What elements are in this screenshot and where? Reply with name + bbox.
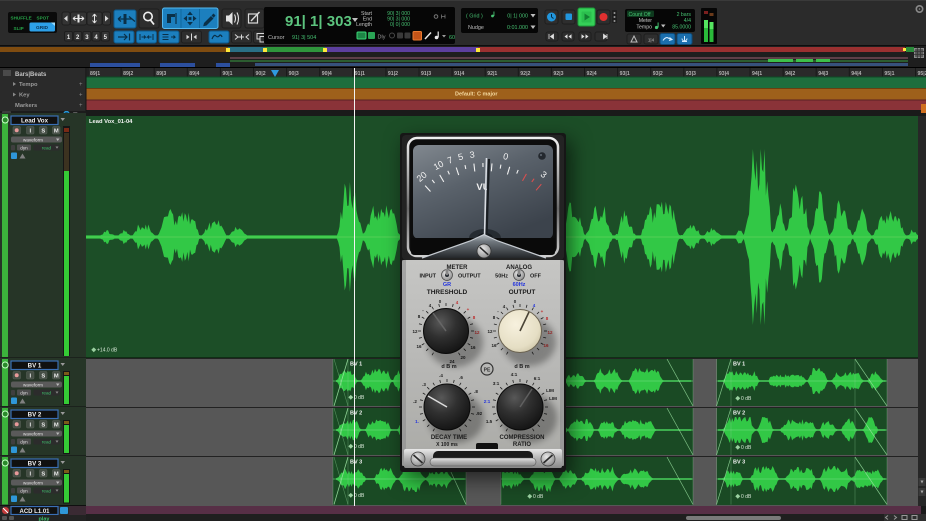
svg-text:COMPRESSION: COMPRESSION [499,435,544,441]
svg-text:THRESHOLD: THRESHOLD [427,289,468,296]
svg-text:.6: .6 [459,375,463,380]
svg-text:12: 12 [487,329,493,334]
svg-text:2:1: 2:1 [484,399,491,404]
svg-text:0 dB: 0 dB [741,396,752,402]
svg-text:PE: PE [484,368,491,374]
svg-text:.3: .3 [422,382,426,387]
svg-text:ACD L1.01: ACD L1.01 [19,509,50,515]
svg-text:BV 1: BV 1 [733,362,745,368]
svg-text:BV 2: BV 2 [733,411,745,417]
svg-text:M: M [54,374,59,380]
svg-text:12: 12 [412,329,418,334]
svg-text:S: S [41,374,45,380]
svg-text:+: + [467,307,470,312]
svg-text:d B m: d B m [441,364,456,370]
svg-text:4:1: 4:1 [511,372,518,377]
svg-text:0 dB: 0 dB [354,395,365,401]
svg-text:play: play [38,517,50,521]
svg-text:BV 3: BV 3 [733,460,745,466]
svg-text:50Hz: 50Hz [495,274,508,280]
svg-text:dyn: dyn [20,390,28,395]
svg-text:0 dB: 0 dB [741,445,752,451]
svg-text:dyn: dyn [20,439,28,444]
svg-text:X 100 ms: X 100 ms [436,442,458,448]
svg-text:S: S [41,423,45,429]
svg-text:LIM: LIM [549,396,557,401]
svg-text:dyn: dyn [20,145,28,150]
svg-text:.2: .2 [413,399,417,404]
svg-text:waveform: waveform [23,382,43,387]
svg-text:S: S [41,129,45,135]
svg-text:0 dB: 0 dB [741,494,752,500]
svg-text:d B m: d B m [514,364,529,370]
svg-text:DECAY TIME: DECAY TIME [431,435,467,441]
svg-text:BV 1: BV 1 [28,363,42,370]
svg-text:+: + [541,309,544,314]
svg-text:M: M [54,129,59,135]
svg-text:S: S [41,472,45,478]
svg-text:1.5: 1.5 [486,419,493,424]
svg-text:dyn: dyn [20,488,28,493]
svg-text:waveform: waveform [23,137,43,142]
svg-text:0 dB: 0 dB [533,494,544,500]
svg-text:+14.0 dB: +14.0 dB [97,348,118,354]
svg-text:0 dB: 0 dB [354,444,365,450]
svg-text:Lead Vox_01-04: Lead Vox_01-04 [89,119,133,125]
svg-text:waveform: waveform [23,480,43,485]
svg-text:60Hz: 60Hz [513,282,526,288]
svg-text:BV 3: BV 3 [28,461,42,468]
svg-text:1.: 1. [415,419,419,424]
svg-text:OUTPUT: OUTPUT [458,274,481,280]
svg-text:OFF: OFF [530,274,542,280]
svg-text:read: read [42,439,52,444]
svg-text:BV 1: BV 1 [350,362,362,368]
svg-text:OUTPUT: OUTPUT [509,289,536,296]
svg-text:M: M [54,423,59,429]
svg-text:.8: .8 [474,389,478,394]
svg-text:waveform: waveform [23,431,43,436]
svg-text:read: read [42,145,52,150]
svg-text:Lead Vox: Lead Vox [21,118,49,125]
svg-text:GR: GR [443,282,451,288]
svg-text:0 dB: 0 dB [354,493,365,499]
svg-text:BV 2: BV 2 [28,412,42,419]
svg-text:LIM: LIM [546,388,554,393]
svg-text:16: 16 [491,343,497,348]
svg-text:read: read [42,390,52,395]
svg-text:BV 3: BV 3 [350,460,362,466]
svg-text:3:1: 3:1 [493,381,500,386]
svg-text:INPUT: INPUT [420,274,437,280]
svg-text:16: 16 [416,344,422,349]
svg-text:.4: .4 [439,373,443,378]
svg-text:M: M [54,472,59,478]
svg-text:6:1: 6:1 [534,376,541,381]
svg-text:read: read [42,488,52,493]
svg-text:RATIO: RATIO [513,442,532,448]
svg-text:BV 2: BV 2 [350,411,362,417]
